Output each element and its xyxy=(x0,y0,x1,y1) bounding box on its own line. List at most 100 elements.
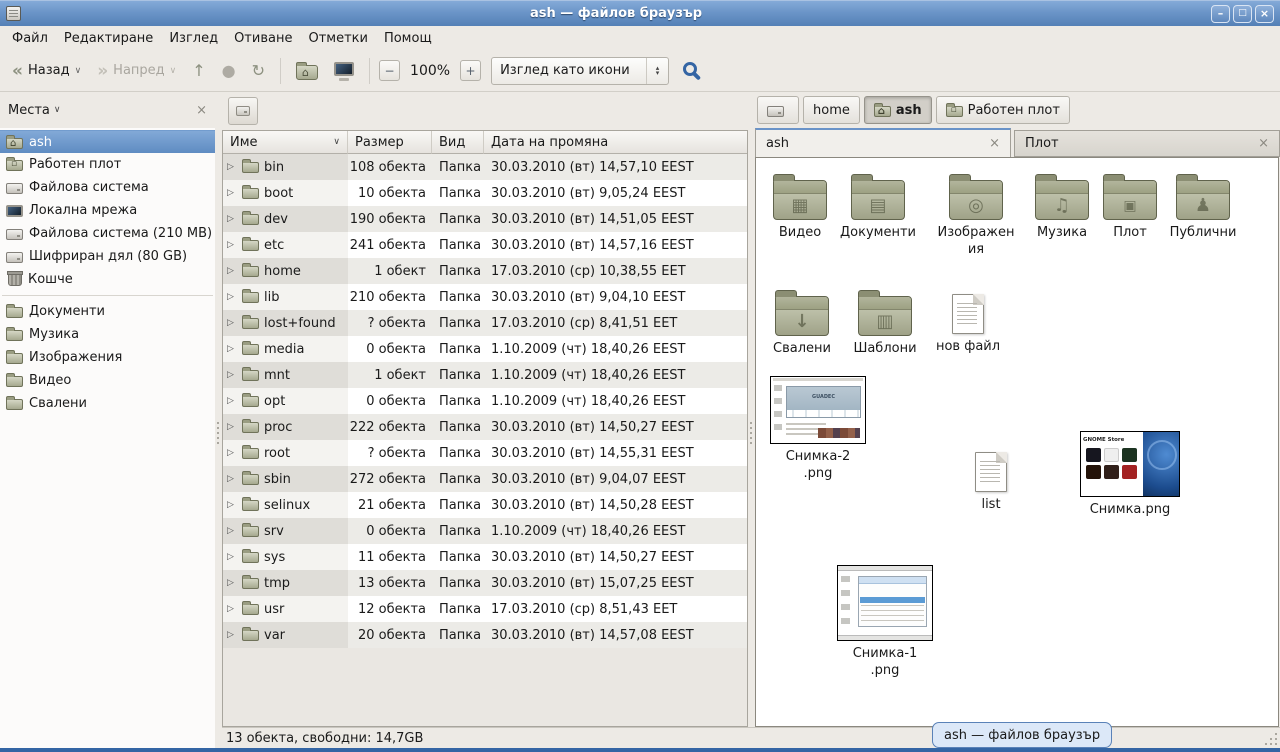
file-icon-item[interactable]: GUADEC GNOME Store Публични xyxy=(1161,172,1245,242)
sidebar-item[interactable]: ash xyxy=(0,130,215,153)
table-row[interactable]: selinux 21 обекта Папка 30.03.2010 (вт) … xyxy=(223,492,747,518)
up-button[interactable]: ↑ xyxy=(186,59,211,83)
file-icon-item[interactable]: GUADEC GNOME Store Видео xyxy=(758,172,842,242)
expander-icon[interactable] xyxy=(227,630,237,640)
expander-icon[interactable] xyxy=(227,422,237,432)
menu-item[interactable]: Редактиране xyxy=(56,28,161,49)
sidebar-item[interactable]: Свалени xyxy=(0,392,215,415)
table-row[interactable]: sbin 272 обекта Папка 30.03.2010 (вт) 9,… xyxy=(223,466,747,492)
expander-icon[interactable] xyxy=(227,240,237,250)
column-header-size[interactable]: Размер xyxy=(348,131,432,154)
sidebar-item[interactable]: Файлова система xyxy=(0,176,215,199)
file-icon-item[interactable]: GUADEC GNOME Store list xyxy=(949,446,1033,514)
expander-icon[interactable] xyxy=(227,604,237,614)
table-row[interactable]: srv 0 обекта Папка 1.10.2009 (чт) 18,40,… xyxy=(223,518,747,544)
expander-icon[interactable] xyxy=(227,396,237,406)
breadcrumb-button[interactable]: ash xyxy=(864,96,932,124)
back-dropdown-icon[interactable]: ∨ xyxy=(75,66,82,76)
expander-icon[interactable] xyxy=(227,448,237,458)
sidebar-item[interactable]: Шифриран дял (80 GB) xyxy=(0,245,215,268)
table-row[interactable]: usr 12 обекта Папка 17.03.2010 (ср) 8,51… xyxy=(223,596,747,622)
expander-icon[interactable] xyxy=(227,214,237,224)
expander-icon[interactable] xyxy=(227,370,237,380)
sidebar-item[interactable]: Кошче xyxy=(0,268,215,291)
table-row[interactable]: boot 10 обекта Папка 30.03.2010 (вт) 9,0… xyxy=(223,180,747,206)
table-row[interactable]: var 20 обекта Папка 30.03.2010 (вт) 14,5… xyxy=(223,622,747,648)
sidebar-item[interactable]: Файлова система (210 MB) xyxy=(0,222,215,245)
reload-button[interactable]: ↻ xyxy=(246,59,271,83)
menu-item[interactable]: Изглед xyxy=(161,28,226,49)
icon-view[interactable]: GUADEC GNOME Store Видео xyxy=(755,157,1279,727)
forward-button[interactable]: » Напред ∨ xyxy=(91,59,182,82)
menu-item[interactable]: Отиване xyxy=(226,28,300,49)
table-row[interactable]: sys 11 обекта Папка 30.03.2010 (вт) 14,5… xyxy=(223,544,747,570)
table-row[interactable]: dev 190 обекта Папка 30.03.2010 (вт) 14,… xyxy=(223,206,747,232)
home-button[interactable] xyxy=(290,58,324,84)
close-icon[interactable]: × xyxy=(1258,136,1269,151)
stop-button[interactable]: ● xyxy=(216,59,242,83)
file-icon-item[interactable]: GUADEC GNOME Store Снимка.png xyxy=(1078,431,1182,519)
table-row[interactable]: proc 222 обекта Папка 30.03.2010 (вт) 14… xyxy=(223,414,747,440)
sidebar-title-dropdown[interactable]: Места ∨ xyxy=(8,103,61,118)
table-row[interactable]: mnt 1 обект Папка 1.10.2009 (чт) 18,40,2… xyxy=(223,362,747,388)
sidebar-item[interactable]: Изображения xyxy=(0,346,215,369)
zoom-out-button[interactable]: − xyxy=(379,60,400,81)
menu-item[interactable]: Отметки xyxy=(300,28,375,49)
file-icon-item[interactable]: GUADEC GNOME Store нов файл xyxy=(926,288,1010,356)
expander-icon[interactable] xyxy=(227,552,237,562)
table-row[interactable]: lost+found ? обекта Папка 17.03.2010 (ср… xyxy=(223,310,747,336)
file-icon-item[interactable]: GUADEC GNOME Store Документи xyxy=(836,172,920,242)
file-icon-item[interactable]: GUADEC GNOME Store Шаблони xyxy=(843,288,927,358)
pane-splitter[interactable] xyxy=(215,92,222,748)
file-icon-item[interactable]: GUADEC GNOME Store Плот xyxy=(1088,172,1172,242)
resize-grip[interactable] xyxy=(1275,743,1277,745)
table-row[interactable]: root ? обекта Папка 30.03.2010 (вт) 14,5… xyxy=(223,440,747,466)
expander-icon[interactable] xyxy=(227,292,237,302)
breadcrumb-button[interactable]: Работен плот xyxy=(936,96,1070,124)
file-icon-item[interactable]: GUADEC GNOME Store Изображения xyxy=(934,172,1018,259)
expander-icon[interactable] xyxy=(227,344,237,354)
computer-button[interactable] xyxy=(328,58,360,84)
table-row[interactable]: lib 210 обекта Папка 30.03.2010 (вт) 9,0… xyxy=(223,284,747,310)
expander-icon[interactable] xyxy=(227,500,237,510)
expander-icon[interactable] xyxy=(227,318,237,328)
table-row[interactable]: etc 241 обекта Папка 30.03.2010 (вт) 14,… xyxy=(223,232,747,258)
sidebar-item[interactable]: Видео xyxy=(0,369,215,392)
expander-icon[interactable] xyxy=(227,188,237,198)
view-mode-select[interactable]: Изглед като икони ▴▾ xyxy=(491,57,669,85)
table-row[interactable]: tmp 13 обекта Папка 30.03.2010 (вт) 15,0… xyxy=(223,570,747,596)
tab-plot[interactable]: Плот × xyxy=(1014,130,1280,157)
sidebar-item[interactable]: Локална мрежа xyxy=(0,199,215,222)
window-control-button[interactable]: – xyxy=(1211,5,1230,23)
expander-icon[interactable] xyxy=(227,474,237,484)
column-header-date[interactable]: Дата на промяна xyxy=(484,131,747,154)
table-row[interactable]: home 1 обект Папка 17.03.2010 (ср) 10,38… xyxy=(223,258,747,284)
sidebar-item[interactable]: Работен плот xyxy=(0,153,215,176)
table-row[interactable]: bin 108 обекта Папка 30.03.2010 (вт) 14,… xyxy=(223,154,747,180)
breadcrumb-button[interactable]: home xyxy=(803,96,860,124)
menu-item[interactable]: Помощ xyxy=(376,28,440,49)
tab-ash[interactable]: ash × xyxy=(755,128,1011,157)
expander-icon[interactable] xyxy=(227,578,237,588)
back-button[interactable]: « Назад ∨ xyxy=(6,59,87,82)
file-icon-item[interactable]: GUADEC GNOME Store Снимка-1.png xyxy=(834,565,936,680)
file-icon-item[interactable]: GUADEC GNOME Store Снимка-2.png xyxy=(768,376,868,483)
expander-icon[interactable] xyxy=(227,266,237,276)
expander-icon[interactable] xyxy=(227,162,237,172)
sidebar-item[interactable]: Документи xyxy=(0,300,215,323)
search-icon[interactable] xyxy=(683,62,697,76)
file-icon-item[interactable]: GUADEC GNOME Store Свалени xyxy=(760,288,844,358)
window-control-button[interactable]: □ xyxy=(1233,5,1252,23)
sidebar-item[interactable] xyxy=(0,291,215,300)
table-row[interactable]: opt 0 обекта Папка 1.10.2009 (чт) 18,40,… xyxy=(223,388,747,414)
menu-item[interactable]: Файл xyxy=(4,28,56,49)
window-control-button[interactable]: × xyxy=(1255,5,1274,23)
zoom-in-button[interactable]: + xyxy=(460,60,481,81)
column-header-type[interactable]: Вид xyxy=(432,131,484,154)
places-button[interactable] xyxy=(228,97,258,125)
sidebar-close-button[interactable]: × xyxy=(196,103,207,118)
breadcrumb-button[interactable] xyxy=(757,96,799,124)
close-icon[interactable]: × xyxy=(989,136,1000,151)
expander-icon[interactable] xyxy=(227,526,237,536)
column-header-name[interactable]: Име ∨ xyxy=(223,131,348,154)
